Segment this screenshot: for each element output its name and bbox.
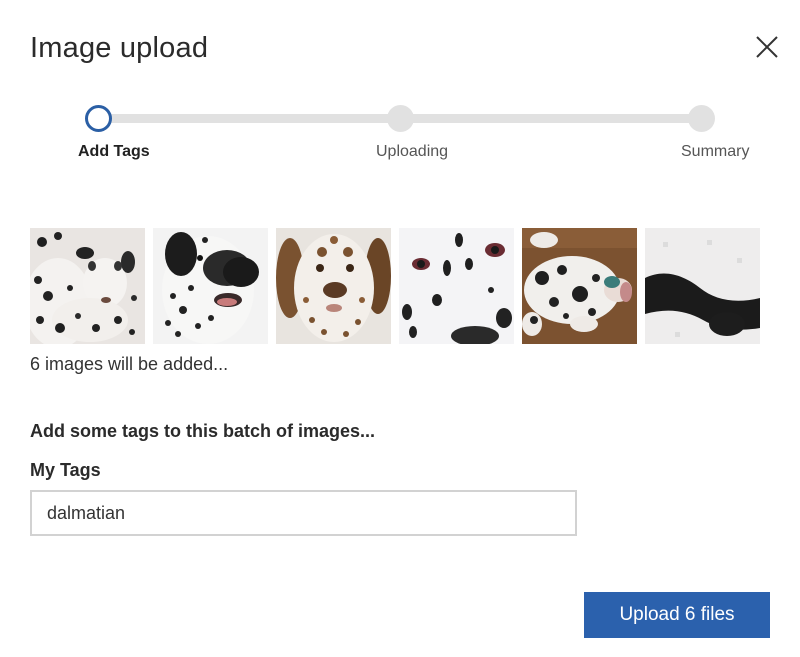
step-3-indicator xyxy=(688,105,715,132)
upload-files-button[interactable]: Upload 6 files xyxy=(584,592,770,638)
my-tags-label: My Tags xyxy=(30,460,101,480)
close-icon xyxy=(756,36,778,58)
image-thumbnail xyxy=(276,228,391,344)
step-label-summary: Summary xyxy=(681,143,750,160)
close-button[interactable] xyxy=(752,32,782,62)
dialog-title: Image upload xyxy=(30,32,209,64)
step-1-indicator xyxy=(85,105,112,132)
image-upload-dialog: Image upload Add Tags Uploading Summary xyxy=(0,0,800,657)
progress-stepper: Add Tags Uploading Summary xyxy=(0,100,800,170)
my-tags-input[interactable] xyxy=(30,490,577,536)
image-thumbnail xyxy=(153,228,268,344)
image-thumbnail xyxy=(30,228,145,344)
image-thumbnail xyxy=(399,228,514,344)
image-count-text: 6 images will be added... xyxy=(30,354,229,374)
image-thumbnail xyxy=(522,228,637,344)
step-2-indicator xyxy=(387,105,414,132)
image-thumbnail-strip xyxy=(30,228,762,344)
step-label-add-tags: Add Tags xyxy=(78,143,150,160)
step-label-uploading: Uploading xyxy=(376,143,449,160)
image-thumbnail xyxy=(645,228,760,344)
tags-heading: Add some tags to this batch of images... xyxy=(30,421,376,441)
